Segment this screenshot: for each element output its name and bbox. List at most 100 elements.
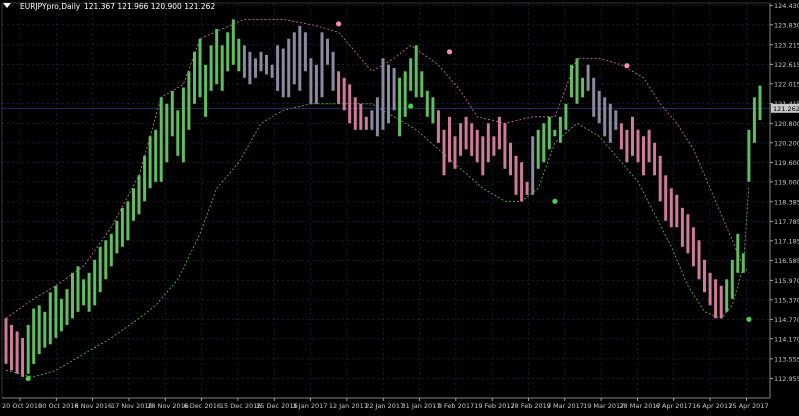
price-bar xyxy=(120,207,124,247)
buy-signal-dot xyxy=(552,198,558,204)
y-tick-label: 115.370 xyxy=(774,296,799,304)
chart-background xyxy=(0,0,799,412)
x-tick-label: 12 Jan 2017 xyxy=(329,402,368,410)
price-bar xyxy=(259,51,263,72)
price-bar xyxy=(193,51,196,104)
x-tick-label: 19 Feb 2017 xyxy=(474,402,514,410)
price-bar xyxy=(420,71,424,98)
y-tick-label: 112.955 xyxy=(774,375,799,383)
price-bar xyxy=(342,77,346,111)
y-tick-label: 119.000 xyxy=(774,178,799,186)
price-bar xyxy=(614,110,618,130)
price-bar xyxy=(370,110,374,130)
price-bar xyxy=(525,181,529,195)
y-tick-label: 120.200 xyxy=(774,139,799,147)
price-bar xyxy=(21,337,25,377)
price-bar xyxy=(686,214,690,254)
price-bar xyxy=(26,324,30,374)
price-bar xyxy=(570,64,573,98)
price-bar xyxy=(32,308,36,364)
price-bar xyxy=(43,311,47,348)
x-tick-label: 28 Feb 2017 xyxy=(511,402,551,410)
price-bar xyxy=(320,32,324,98)
x-tick-label: 6 Dec 2016 xyxy=(184,402,221,410)
price-bar xyxy=(215,29,219,85)
sell-signal-dot xyxy=(336,21,342,27)
price-bar xyxy=(647,129,651,163)
x-tick-label: 20 Oct 2016 xyxy=(2,402,42,410)
buy-signal-dot xyxy=(408,103,414,109)
price-bar xyxy=(459,123,463,156)
price-bar xyxy=(331,51,335,91)
price-bar xyxy=(497,116,501,150)
price-bar xyxy=(248,51,252,85)
price-bar xyxy=(326,38,329,65)
price-bar xyxy=(486,123,490,163)
price-bar xyxy=(608,103,612,143)
price-bar xyxy=(54,285,58,338)
price-tag-label: 121.262 xyxy=(773,105,799,113)
x-tick-label: 19 Mar 2017 xyxy=(583,402,624,410)
buy-signal-dot xyxy=(746,316,752,322)
price-bar xyxy=(143,155,147,202)
price-bar xyxy=(292,32,296,85)
price-chart[interactable]: 124.430123.830123.215122.615122.015121.4… xyxy=(0,0,799,412)
price-bar xyxy=(669,188,673,228)
price-bar xyxy=(348,84,352,124)
price-bar xyxy=(314,64,318,104)
price-bar xyxy=(425,90,429,117)
price-bar xyxy=(198,38,202,98)
price-bar xyxy=(409,58,413,91)
current-price-tag: 121.262 xyxy=(771,103,799,113)
price-bar xyxy=(503,123,507,169)
price-bar xyxy=(231,19,235,65)
price-bar xyxy=(741,253,745,273)
x-tick-label: 8 Nov 2016 xyxy=(75,402,113,410)
x-tick-label: 25 Dec 2016 xyxy=(256,402,298,410)
price-bar xyxy=(680,207,684,247)
price-bar xyxy=(132,188,135,221)
chart-canvas[interactable]: 124.430123.830123.215122.615122.015121.4… xyxy=(0,0,799,412)
price-bar xyxy=(553,129,557,137)
price-bar xyxy=(431,97,435,124)
x-tick-label: 3 Jan 2017 xyxy=(293,402,328,410)
price-bar xyxy=(464,116,468,150)
price-bar xyxy=(603,97,607,137)
price-bar xyxy=(126,201,130,241)
price-bar xyxy=(381,58,385,130)
price-bar xyxy=(531,136,535,195)
price-bar xyxy=(592,77,596,117)
price-bar xyxy=(276,45,280,91)
price-bar xyxy=(76,266,80,312)
price-bar xyxy=(220,45,224,91)
x-tick-label: 9 Feb 2017 xyxy=(438,402,474,410)
price-bar xyxy=(159,97,163,182)
price-bar xyxy=(481,136,485,176)
price-bar xyxy=(170,90,174,137)
x-tick-label: 9 Mar 2017 xyxy=(547,402,584,410)
price-bar xyxy=(87,272,91,312)
y-tick-label: 122.015 xyxy=(774,80,799,88)
price-bar xyxy=(298,25,302,91)
price-bar xyxy=(747,129,751,182)
y-tick-label: 122.615 xyxy=(774,61,799,69)
price-bar xyxy=(514,155,518,195)
price-bar xyxy=(287,38,291,98)
price-bar xyxy=(209,45,213,91)
price-bar xyxy=(270,64,274,78)
price-bar xyxy=(642,136,645,176)
price-bar xyxy=(309,58,313,104)
price-bar xyxy=(98,246,102,293)
price-bar xyxy=(547,116,551,150)
price-bar xyxy=(436,110,440,143)
sell-signal-dot xyxy=(624,63,630,69)
price-bar xyxy=(631,116,634,156)
x-tick-label: 30 Oct 2016 xyxy=(38,402,78,410)
price-bar xyxy=(392,68,396,111)
price-bar xyxy=(414,45,418,98)
price-bar xyxy=(564,103,568,130)
price-bar xyxy=(237,38,241,72)
ohlc-readout: 121.367 121.966 120.900 121.262 xyxy=(84,2,215,11)
price-bar xyxy=(59,298,63,332)
price-bar xyxy=(470,123,474,156)
